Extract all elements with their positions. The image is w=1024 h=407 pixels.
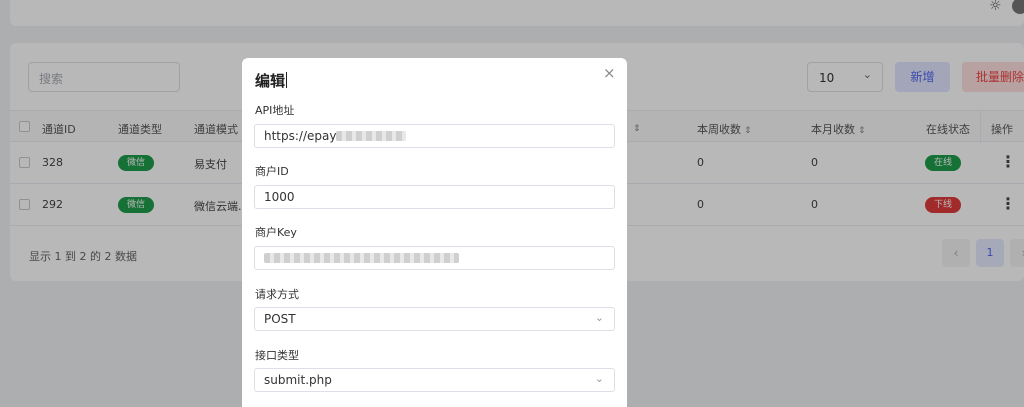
interface-type-value: submit.php xyxy=(264,373,332,387)
api-url-field[interactable]: https://epay xyxy=(254,124,615,148)
request-method-select[interactable]: POST ⌄ xyxy=(254,307,615,331)
redacted-text xyxy=(336,131,407,141)
interface-type-select[interactable]: submit.php ⌄ xyxy=(254,368,615,392)
dialog-title: 编辑 xyxy=(255,72,286,90)
merchant-id-field[interactable]: 1000 xyxy=(254,185,615,209)
chevron-down-icon: ⌄ xyxy=(594,372,604,385)
merchant-key-label: 商户Key xyxy=(255,226,297,239)
interface-type-label: 接口类型 xyxy=(255,349,299,362)
request-method-value: POST xyxy=(264,312,296,326)
chevron-down-icon: ⌄ xyxy=(594,311,604,324)
close-icon[interactable]: × xyxy=(603,66,616,81)
edit-dialog: 编辑 × API地址 https://epay 商户ID 1000 商户Key … xyxy=(242,58,627,407)
redacted-text xyxy=(264,253,459,263)
request-method-label: 请求方式 xyxy=(255,288,299,301)
api-url-label: API地址 xyxy=(255,104,295,117)
merchant-id-label: 商户ID xyxy=(255,165,289,178)
merchant-key-field[interactable] xyxy=(254,246,615,270)
api-url-value: https://epay xyxy=(264,129,337,143)
